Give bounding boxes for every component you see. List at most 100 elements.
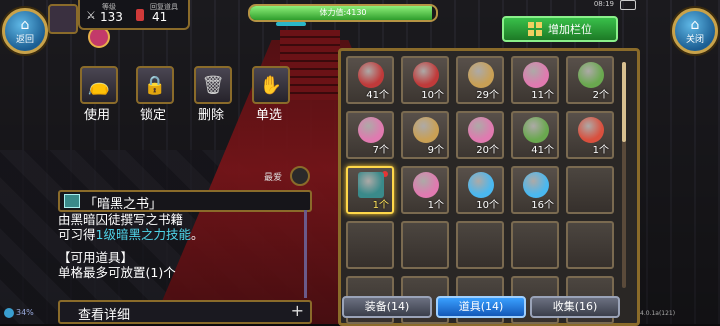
blue-gem-icon [468, 172, 494, 198]
hand-icon: ✋ [259, 74, 283, 96]
delete-label: 删除 [197, 108, 224, 123]
item-count: 41个 [366, 90, 389, 101]
empty-slot[interactable] [566, 221, 614, 269]
item-description: 由黑暗囚徒撰写之书籍 可习得1级暗黑之力技能。 【可用道具】 单格最多可放置(1… [58, 212, 306, 296]
desc-skill: 1级暗黑之力技能 [95, 227, 191, 242]
item-count: 29个 [476, 90, 499, 101]
inventory-slot[interactable]: 1个 [346, 166, 394, 214]
expand-slots-button[interactable]: 增加栏位 [502, 16, 618, 42]
desc-line: 【可用道具】 [58, 250, 134, 265]
item-count: 11个 [531, 90, 554, 101]
view-details-label: 查看详细 [78, 308, 131, 323]
player-stats: 等级 133 ⚔ 回复道具 41 [78, 0, 190, 30]
single-select-label: 单选 [255, 108, 282, 123]
inventory-slot[interactable]: 11个 [511, 56, 559, 104]
sword-icon: ⚔ [86, 9, 96, 22]
expand-slots-label: 增加栏位 [548, 23, 592, 36]
view-details-button[interactable]: 查看详细 + [58, 300, 312, 324]
tab-collection[interactable]: 收集(16) [530, 296, 620, 318]
back-button[interactable]: ⌂ 返回 [2, 8, 48, 54]
delete-button[interactable]: 🗑 [194, 66, 232, 104]
scroll-thumb[interactable] [622, 62, 626, 142]
inventory-slot[interactable]: 20个 [456, 111, 504, 159]
favorite-label: 最爱 [264, 173, 283, 183]
inventory-slot[interactable]: 1个 [566, 111, 614, 159]
item-count: 1个 [592, 145, 609, 156]
item-count: 10个 [421, 90, 444, 101]
single-select-button[interactable]: ✋ [252, 66, 290, 104]
empty-slot[interactable] [566, 166, 614, 214]
empty-slot[interactable] [346, 221, 394, 269]
lock-label: 锁定 [139, 108, 166, 123]
pie-slice-icon [413, 172, 439, 198]
home-icon: ⌂ [690, 16, 700, 33]
item-title: 「暗黑之书」 [84, 197, 163, 212]
avatar[interactable] [48, 4, 78, 34]
close-label: 关闭 [685, 34, 704, 45]
back-label: 返回 [15, 34, 34, 45]
empty-slot[interactable] [456, 221, 504, 269]
inventory-slot[interactable]: 9个 [401, 111, 449, 159]
red-potion-icon [358, 62, 384, 88]
item-title-bar: 「暗黑之书」 [58, 190, 312, 212]
tab-equipment[interactable]: 装备(14) [342, 296, 432, 318]
pie-slice-icon [358, 117, 384, 143]
empty-slot[interactable] [511, 221, 559, 269]
inventory-slot[interactable]: 29个 [456, 56, 504, 104]
desc-text: 。 [190, 227, 204, 242]
desc-line: 可习得1级暗黑之力技能。 [58, 227, 306, 242]
item-count: 7个 [372, 145, 389, 156]
blue-gem-icon [523, 172, 549, 198]
grid-icon [528, 22, 542, 36]
trash-icon: 🗑 [201, 74, 225, 96]
inventory-slot[interactable]: 2个 [566, 56, 614, 104]
item-count: 20个 [476, 145, 499, 156]
use-button[interactable]: 👝 [80, 66, 118, 104]
potion-bag-icon: 👝 [87, 74, 111, 96]
battery-icon [620, 0, 636, 10]
dark-book-icon [358, 172, 384, 198]
gold-pouch-icon [413, 117, 439, 143]
green-pouch-icon [523, 117, 549, 143]
home-icon: ⌂ [20, 16, 30, 33]
inventory-scrollbar[interactable] [622, 62, 626, 288]
version-label: 4.0.1a(121) [640, 310, 676, 317]
inventory-slot[interactable]: 1个 [401, 166, 449, 214]
use-label: 使用 [83, 108, 110, 123]
inventory-slot[interactable]: 41个 [346, 56, 394, 104]
favorite-toggle[interactable] [290, 166, 310, 186]
pie-slice-icon [523, 62, 549, 88]
close-button[interactable]: ⌂ 关闭 [672, 8, 718, 54]
green-pouch-icon [578, 62, 604, 88]
tab-items[interactable]: 道具(14) [436, 296, 526, 318]
inventory-slot[interactable]: 10个 [456, 166, 504, 214]
book-icon [64, 194, 80, 208]
recovery-potion-icon [136, 9, 144, 21]
item-count: 9个 [427, 145, 444, 156]
inventory-slot[interactable]: 10个 [401, 56, 449, 104]
clock: 08:19 [593, 0, 614, 8]
lock-button[interactable]: 🔒 [136, 66, 174, 104]
pie-slice-icon [468, 117, 494, 143]
gift-box-icon [578, 117, 604, 143]
inventory-slot[interactable]: 7个 [346, 111, 394, 159]
stamina-bar [276, 22, 306, 26]
item-count: 1个 [372, 200, 389, 211]
empty-slot[interactable] [401, 221, 449, 269]
battery-percent: 34% [16, 308, 34, 317]
hp-bar: 体力值:4130 [248, 4, 438, 22]
item-count: 1个 [427, 200, 444, 211]
battery-icon [4, 308, 14, 318]
description-scrollbar[interactable] [304, 210, 307, 298]
item-count: 41个 [531, 145, 554, 156]
item-count: 2个 [592, 90, 609, 101]
gold-pouch-icon [468, 62, 494, 88]
recovery-value: 41 [152, 10, 168, 24]
desc-line: 单格最多可放置(1)个 [58, 265, 176, 280]
inventory-slot[interactable]: 41个 [511, 111, 559, 159]
inventory-slot[interactable]: 16个 [511, 166, 559, 214]
plus-icon: + [290, 301, 304, 320]
level-value: 133 [100, 10, 123, 24]
desc-line: 由黑暗囚徒撰写之书籍 [58, 212, 184, 227]
item-count: 10个 [476, 200, 499, 211]
